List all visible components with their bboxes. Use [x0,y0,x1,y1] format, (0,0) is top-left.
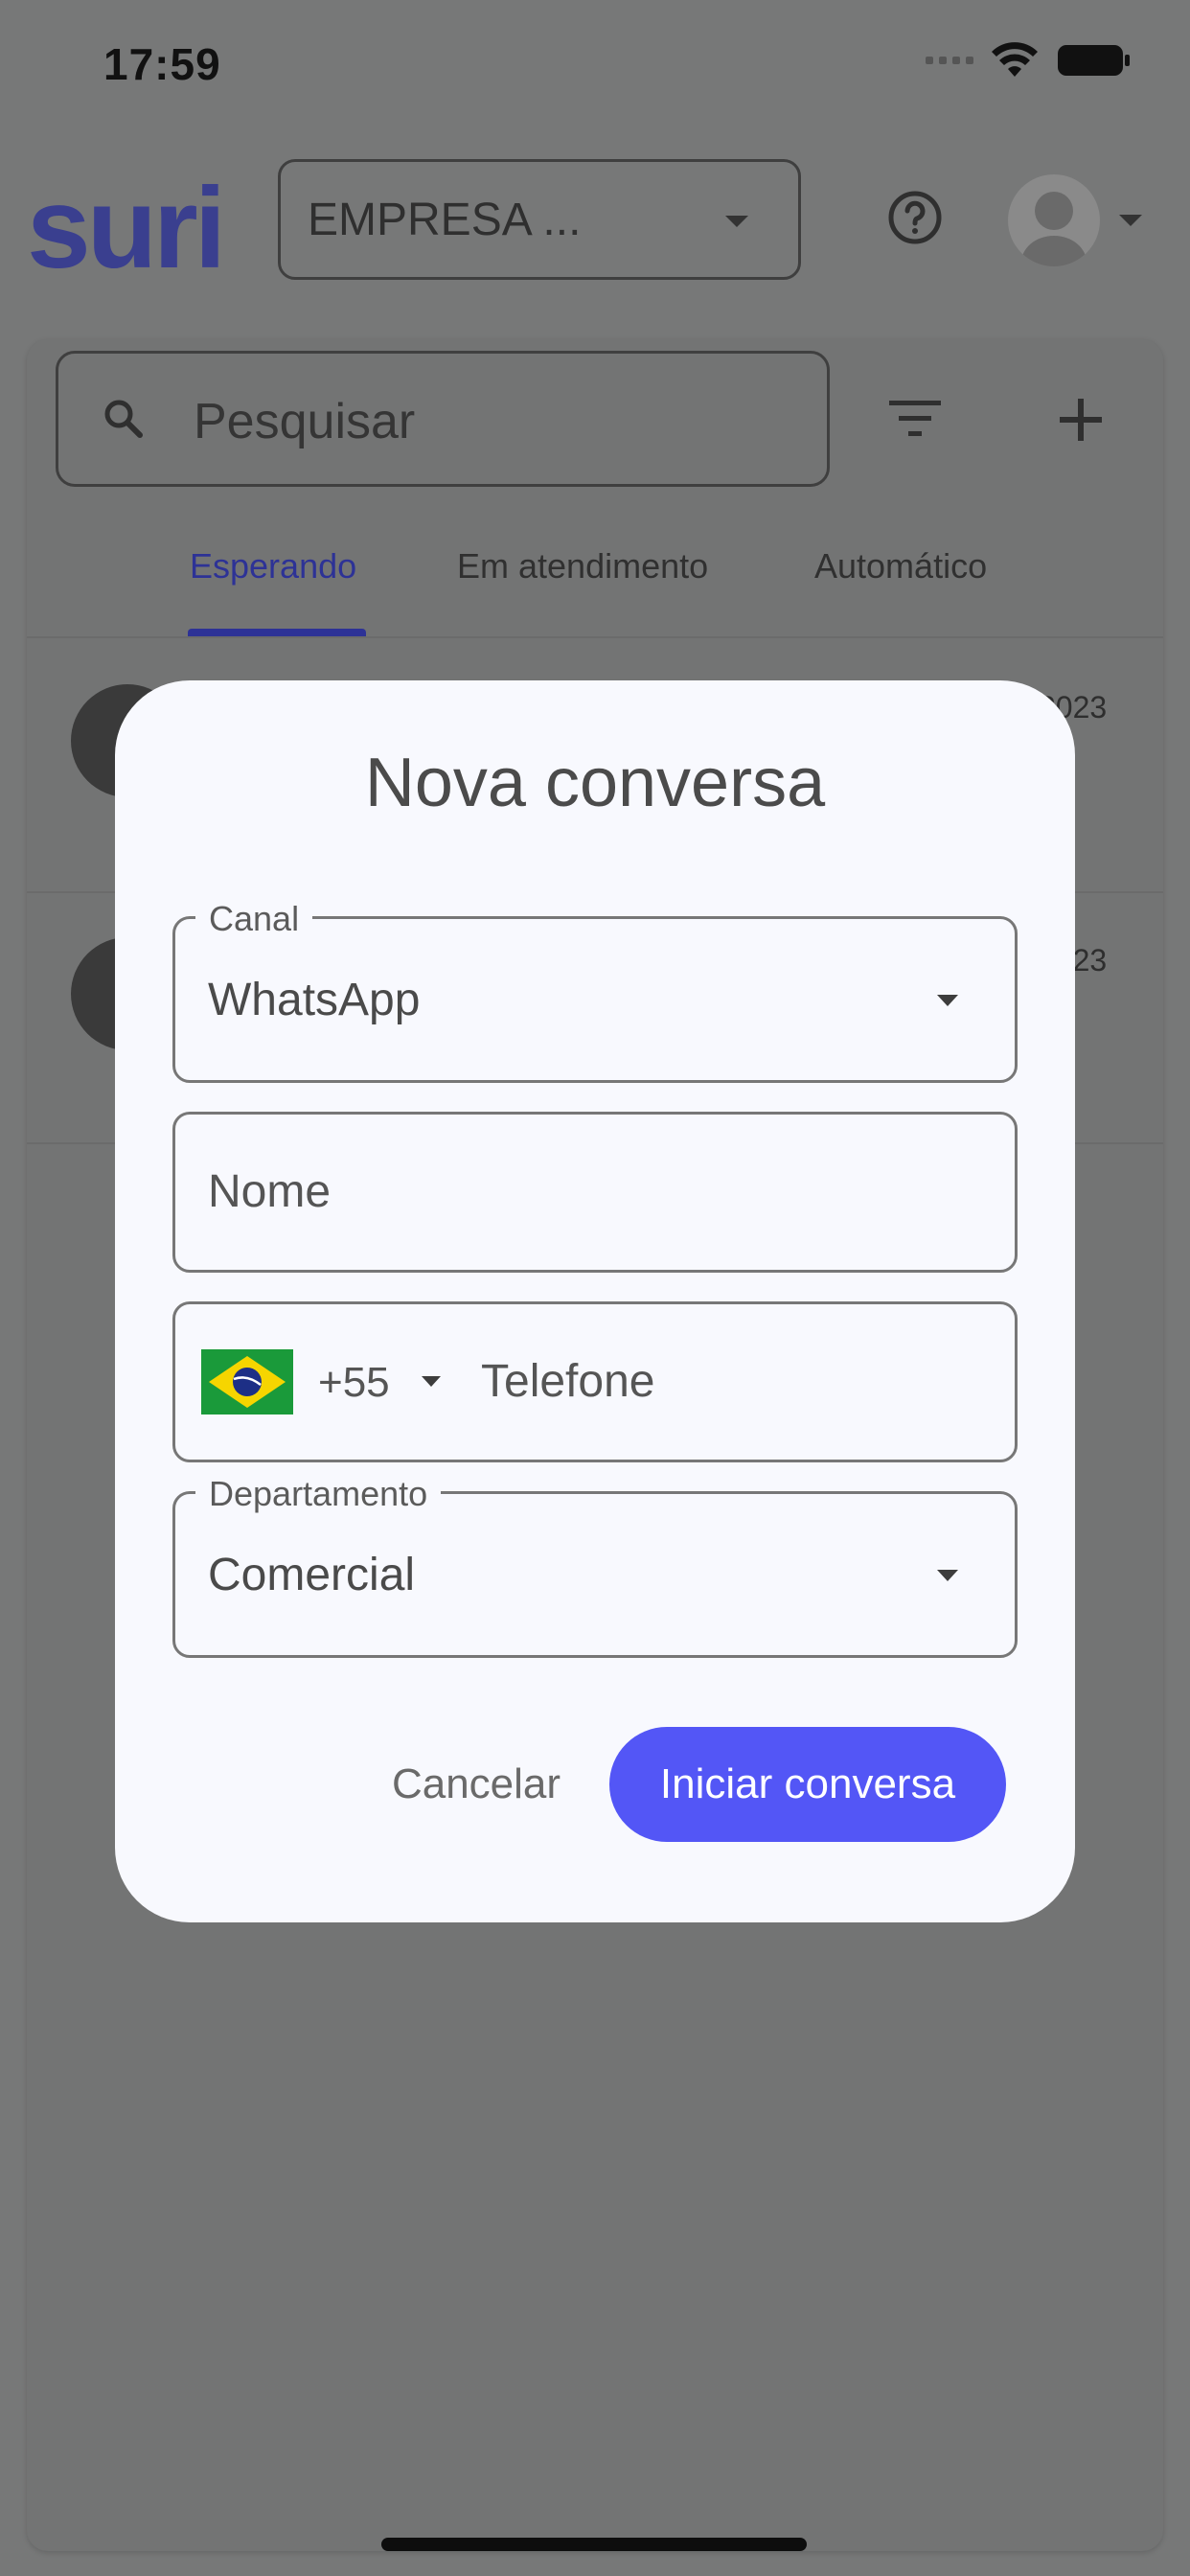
home-indicator[interactable] [381,2538,807,2551]
search-icon [104,400,143,438]
dialog-title: Nova conversa [364,745,826,821]
help-circle-icon[interactable] [887,190,943,245]
country-code[interactable]: +55 [318,1359,390,1407]
search-input[interactable] [56,351,830,487]
search-placeholder[interactable]: Pesquisar [194,393,415,450]
user-avatar-icon[interactable] [1008,174,1100,266]
department-label: Departamento [195,1474,442,1514]
cancel-button[interactable]: Cancelar [360,1727,592,1842]
channel-chevron-down-icon[interactable] [937,995,958,1006]
add-icon[interactable] [1054,393,1108,447]
tab-esperando[interactable]: Esperando [190,546,356,586]
phone-placeholder[interactable]: Telefone [481,1355,654,1408]
active-tab-indicator [188,629,366,636]
brazil-flag-icon[interactable] [201,1349,293,1414]
suri-logo: suri [27,164,226,292]
tabs-divider [27,636,1163,638]
status-time: 17:59 [103,39,221,89]
status-icons [926,42,1133,79]
channel-label: Canal [195,899,313,939]
avatar-chevron-down-icon[interactable] [1119,215,1142,226]
department-value: Comercial [208,1550,416,1600]
chevron-down-icon [725,216,748,227]
person-silhouette-icon [1021,192,1087,266]
country-chevron-down-icon[interactable] [422,1376,441,1387]
signal-icon [926,57,973,64]
tab-automatico[interactable]: Automático [814,546,987,586]
start-conversation-button[interactable]: Iniciar conversa [609,1727,1006,1842]
company-select-value: EMPRESA ... [308,194,582,245]
wifi-icon [992,42,1038,77]
tab-em-atendimento[interactable]: Em atendimento [457,546,708,586]
company-select[interactable]: EMPRESA ... [278,159,801,280]
channel-value: WhatsApp [208,975,421,1025]
name-placeholder[interactable]: Nome [208,1165,331,1218]
filter-icon[interactable] [885,397,945,441]
department-chevron-down-icon[interactable] [937,1570,958,1581]
battery-icon [1058,45,1130,76]
